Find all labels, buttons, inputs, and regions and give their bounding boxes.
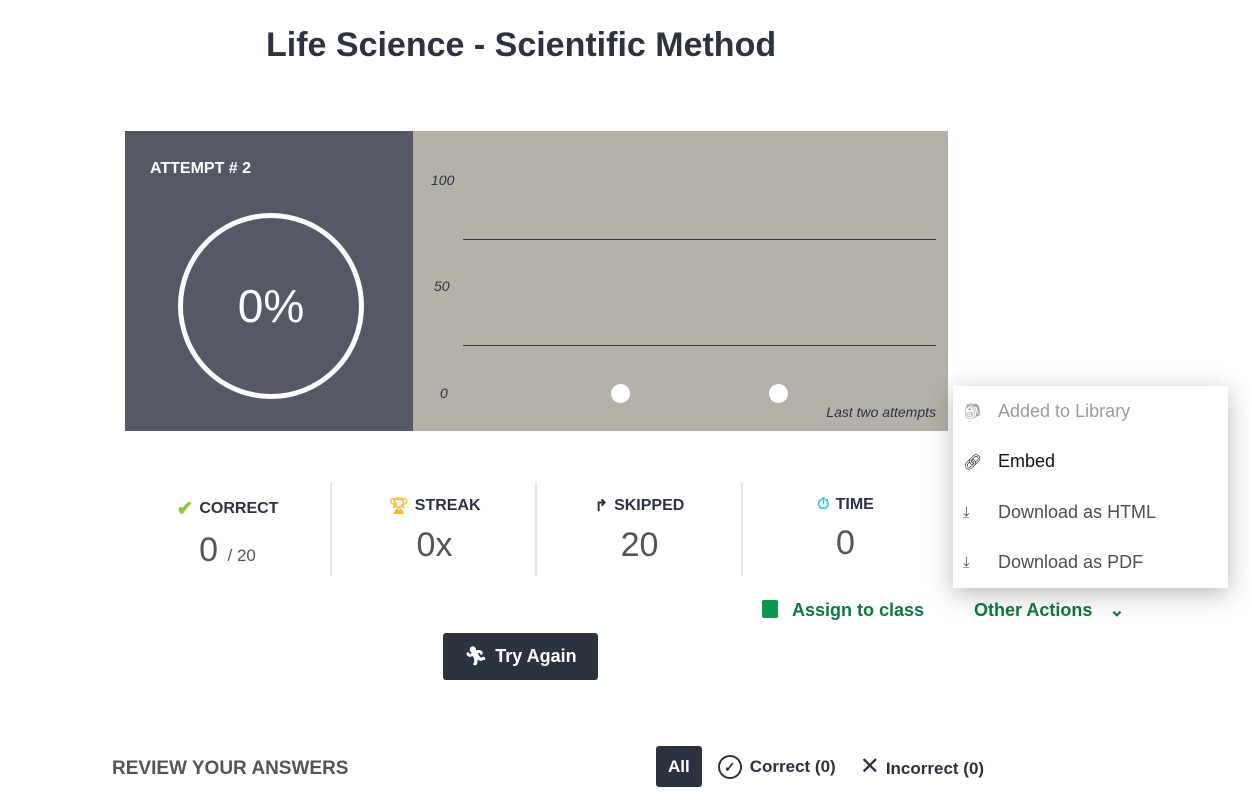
stopwatch-icon: ⏱ — [817, 496, 830, 513]
menu-item-embed[interactable]: 🔗︎ Embed — [953, 437, 1228, 488]
download-icon: ⤓ — [963, 554, 970, 572]
score-ring: 0% — [178, 213, 364, 399]
try-again-label: Try Again — [495, 646, 577, 666]
attempt-label: ATTEMPT # 2 — [150, 160, 252, 177]
assign-label: Assign to class — [792, 600, 925, 620]
clipboard-icon — [762, 600, 778, 618]
stat-value: 20 — [620, 526, 659, 564]
try-again-button[interactable]: 🏃︎ Try Again — [443, 633, 598, 680]
filter-correct-label: Correct (0) — [749, 756, 836, 776]
stat-correct: ✔ CORRECT 0 / 20 — [125, 482, 330, 576]
y-tick-50: 50 — [434, 278, 450, 294]
menu-label: Download as HTML — [998, 501, 1157, 522]
stat-skipped: ↱ SKIPPED 20 — [537, 482, 742, 576]
skip-arrow-icon: ↱ — [594, 498, 609, 515]
backpack-icon: 🎒︎ — [963, 403, 983, 421]
other-actions-button[interactable]: Other Actions ⌄ — [974, 600, 1124, 621]
running-icon: 🏃︎ — [464, 646, 488, 666]
review-heading: REVIEW YOUR ANSWERS — [112, 758, 349, 779]
stat-value: 0 — [199, 531, 219, 569]
menu-label: Added to Library — [998, 400, 1131, 421]
menu-item-download-html[interactable]: ⤓ Download as HTML — [953, 487, 1228, 538]
stat-time: ⏱ TIME 0 — [743, 482, 948, 576]
stat-label: STREAK — [414, 497, 481, 514]
y-tick-0: 0 — [440, 385, 448, 401]
score-panel: ATTEMPT # 2 0% — [125, 131, 413, 431]
filter-all[interactable]: All — [656, 746, 702, 787]
filter-correct[interactable]: ✓ Correct (0) — [717, 754, 836, 779]
assign-to-class-button[interactable]: Assign to class — [762, 600, 924, 621]
attempts-chart: 100 50 0 Last two attempts — [413, 131, 948, 431]
stat-label: TIME — [835, 496, 874, 513]
trophy-icon: 🏆︎ — [388, 498, 409, 515]
filter-incorrect[interactable]: ✕ Incorrect (0) — [860, 752, 984, 781]
score-percent: 0% — [237, 280, 305, 332]
stat-label: SKIPPED — [614, 497, 685, 514]
gridline — [463, 345, 936, 346]
chevron-down-icon: ⌄ — [1109, 600, 1125, 620]
menu-item-added-to-library[interactable]: 🎒︎ Added to Library — [953, 386, 1228, 437]
other-actions-label: Other Actions — [974, 600, 1093, 620]
gridline — [463, 239, 936, 240]
attempt-point — [610, 383, 630, 403]
stat-label: CORRECT — [199, 499, 279, 517]
stat-value: 0x — [416, 526, 453, 564]
menu-label: Download as PDF — [998, 552, 1144, 573]
filter-incorrect-label: Incorrect (0) — [885, 759, 985, 778]
stat-streak: 🏆︎ STREAK 0x — [332, 482, 537, 576]
attempt-point — [768, 383, 788, 403]
other-actions-menu: 🎒︎ Added to Library 🔗︎ Embed ⤓ Download as … — [953, 386, 1228, 588]
menu-item-download-pdf[interactable]: ⤓ Download as PDF — [953, 538, 1228, 589]
stat-total: / 20 — [227, 546, 256, 565]
download-icon: ⤓ — [963, 503, 970, 521]
check-circle-icon: ✓ — [717, 754, 742, 779]
stat-value: 0 — [836, 524, 855, 562]
check-icon: ✔ — [176, 498, 194, 520]
page-title: Life Science - Scientific Method — [266, 26, 777, 64]
x-icon: ✕ — [859, 753, 880, 780]
menu-label: Embed — [998, 451, 1056, 472]
link-icon: 🔗︎ — [963, 453, 983, 471]
y-tick-100: 100 — [431, 172, 455, 188]
filter-bar: All ✓ Correct (0) ✕ Incorrect (0) — [656, 746, 984, 787]
chart-caption: Last two attempts — [826, 404, 936, 420]
